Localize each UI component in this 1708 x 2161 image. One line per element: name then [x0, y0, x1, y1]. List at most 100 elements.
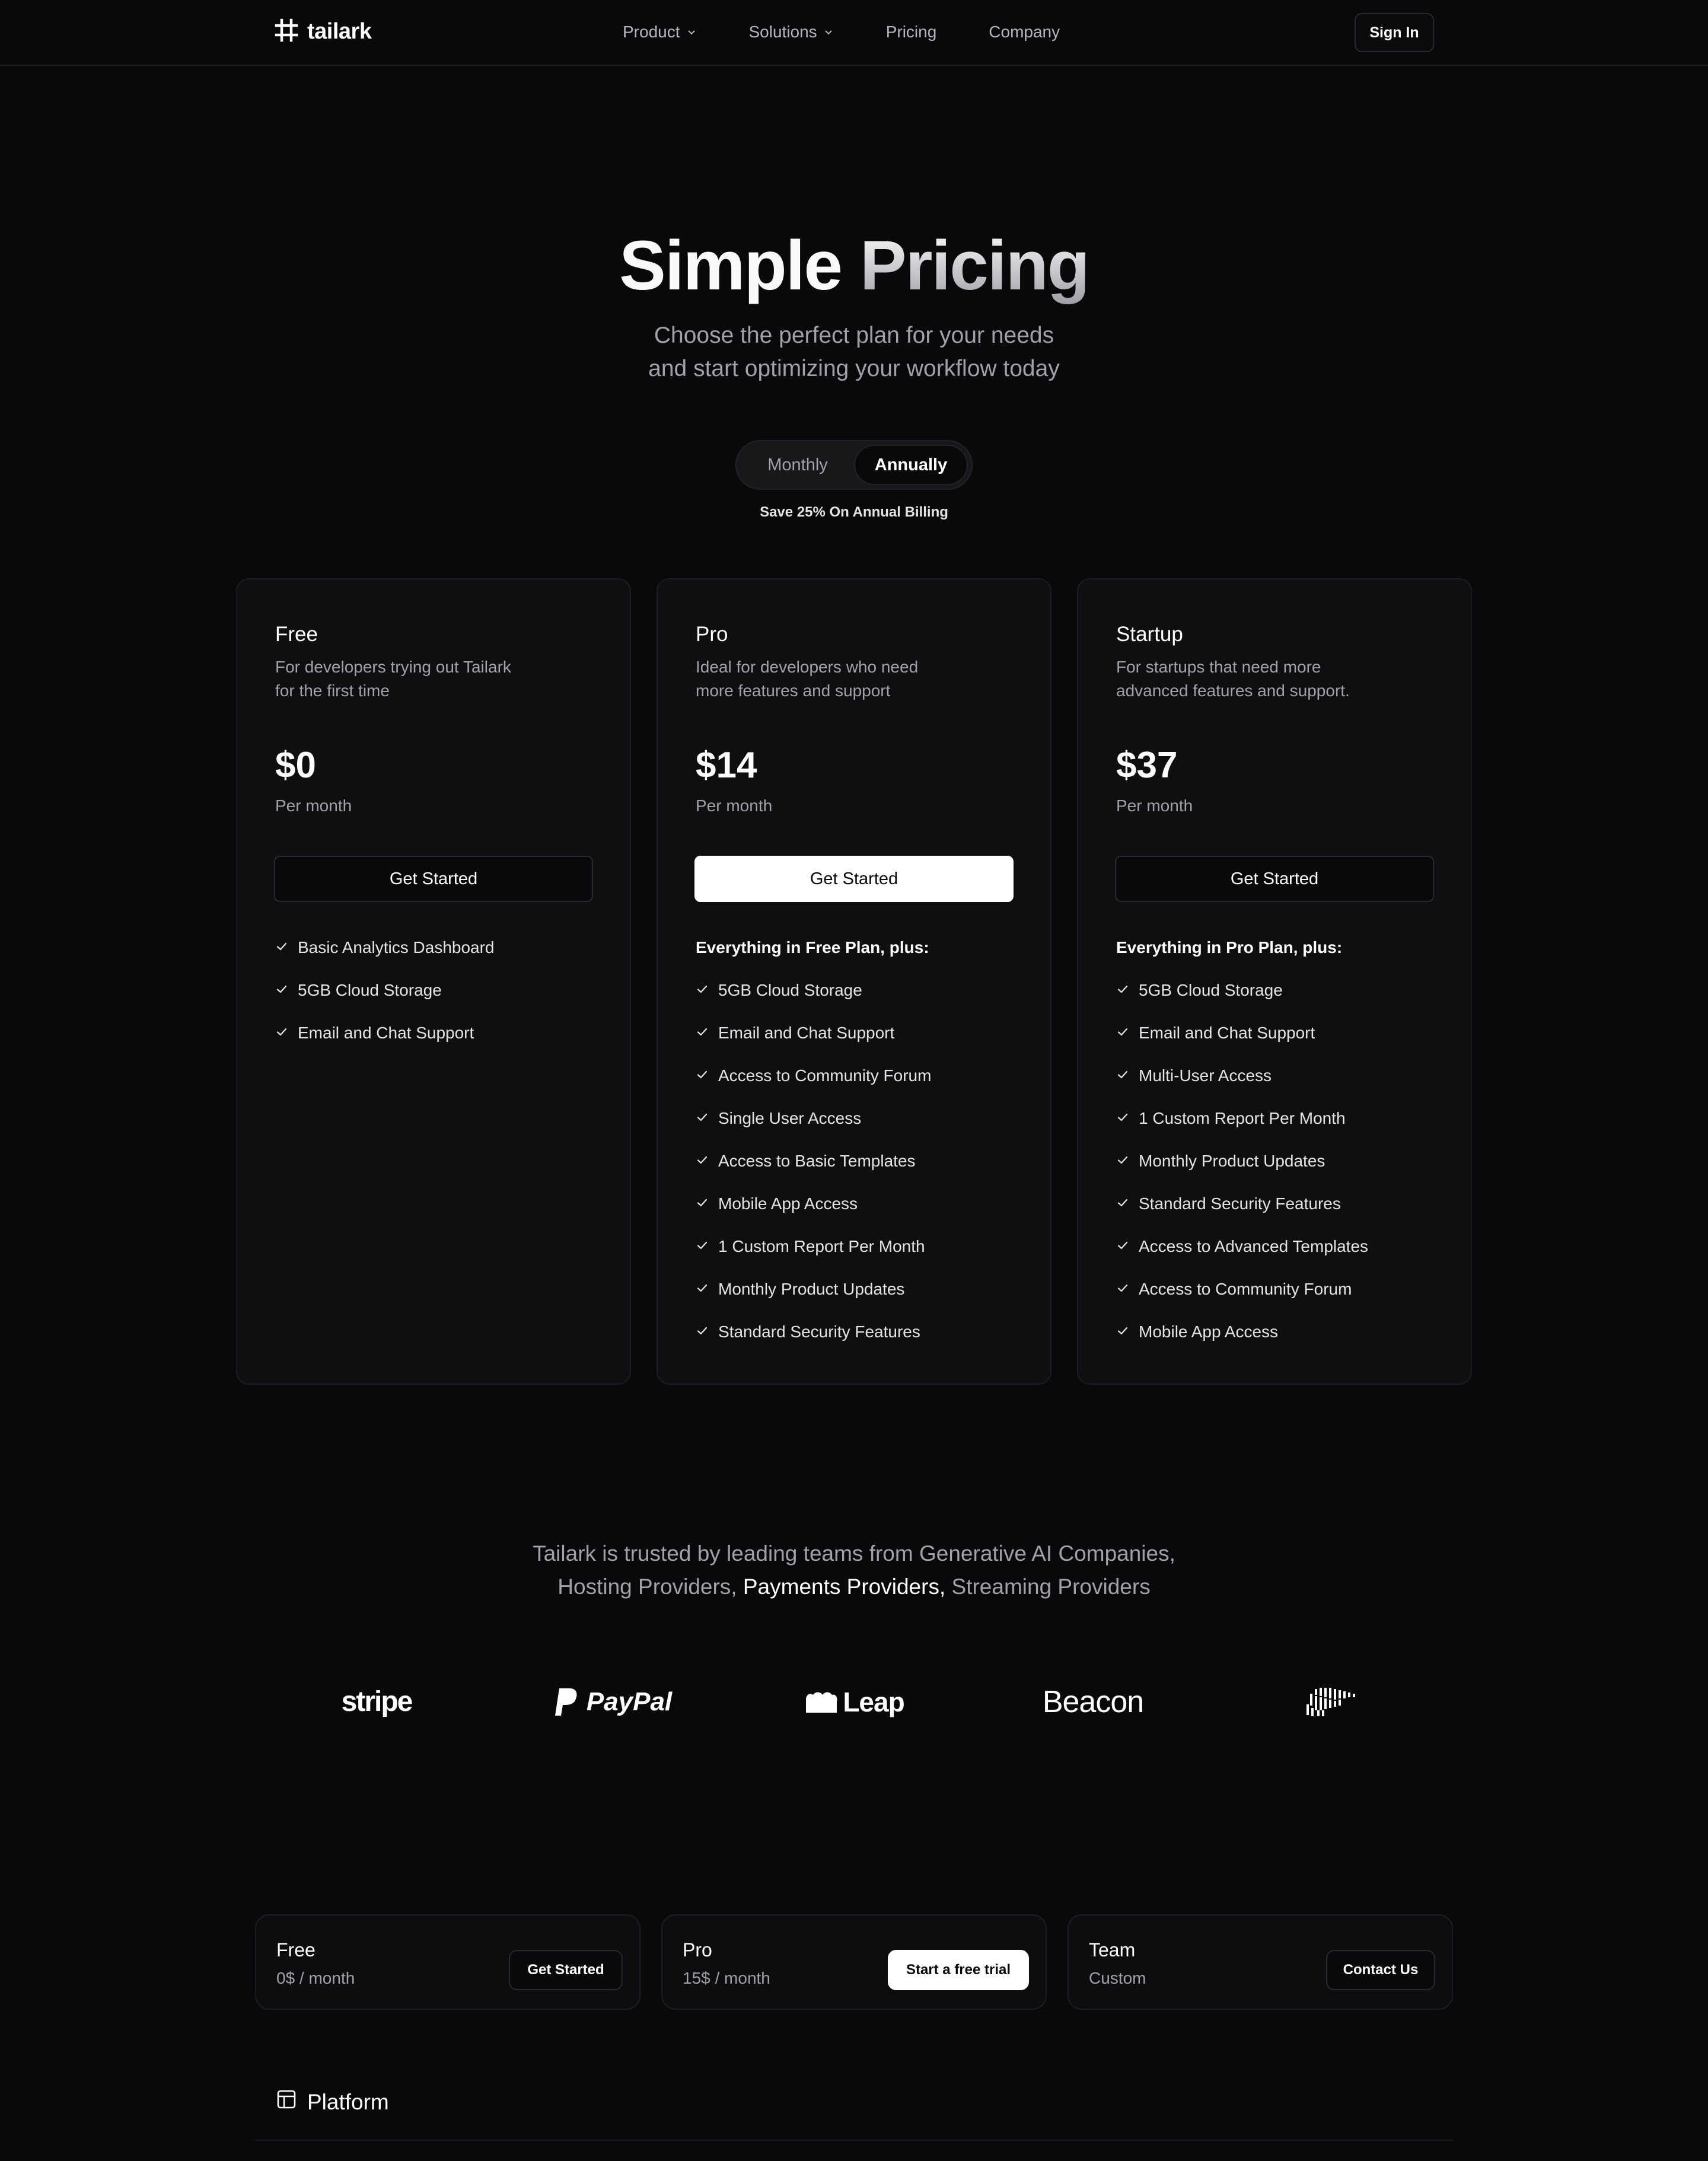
feature-item: Access to Community Forum [696, 1066, 931, 1085]
chevron-down-icon [823, 23, 834, 42]
page-title: Simple Pricing [0, 225, 1708, 306]
logo[interactable]: tailark [274, 18, 372, 46]
check-icon [1116, 1280, 1129, 1299]
nav-item-company[interactable]: Company [989, 23, 1060, 42]
get-started-button[interactable]: Get Started [694, 856, 1014, 902]
plan-description: Ideal for developers who need more featu… [696, 658, 919, 700]
plan-period: Per month [1116, 796, 1193, 815]
check-icon [1116, 1024, 1129, 1043]
feature-item: 5GB Cloud Storage [275, 981, 442, 1000]
feature-label: Single User Access [718, 1109, 862, 1127]
nav-item-label: Company [989, 23, 1060, 41]
billing-option-annually[interactable]: Annually [855, 446, 967, 484]
feature-item: Basic Analytics Dashboard [275, 938, 495, 957]
plan-card-free: Free For developers trying out Tailark f… [236, 578, 631, 1385]
check-icon [696, 1322, 709, 1341]
feature-item: 5GB Cloud Storage [696, 981, 862, 1000]
divider [255, 2140, 1453, 2141]
platform-title: Platform [307, 2089, 389, 2114]
feature-label: Email and Chat Support [298, 1024, 474, 1042]
feature-item: Access to Basic Templates [696, 1152, 916, 1171]
bear-logo-icon: bear-logo [1300, 1679, 1365, 1724]
check-icon [1116, 1237, 1129, 1256]
feature-item: 5GB Cloud Storage [1116, 981, 1283, 1000]
check-icon [696, 1280, 709, 1299]
nav-item-label: Solutions [748, 23, 817, 41]
compare-plan-name: Free [276, 1939, 316, 1961]
plan-price: $37 [1116, 745, 1178, 786]
plan-name: Startup [1116, 623, 1183, 646]
nav-item-product[interactable]: Product [623, 23, 697, 42]
title-word-simple: Simple [619, 227, 843, 305]
feature-label: Basic Analytics Dashboard [298, 938, 495, 957]
contact-us-button[interactable]: Contact Us [1326, 1950, 1435, 1990]
check-icon [1116, 1066, 1129, 1085]
check-icon [1116, 1322, 1129, 1341]
feature-label: Monthly Product Updates [1139, 1152, 1325, 1170]
feature-item: 1 Custom Report Per Month [1116, 1109, 1346, 1128]
trust-line: Hosting Providers, Payments Providers, S… [0, 1570, 1708, 1604]
check-icon [696, 1194, 709, 1213]
plan-price: $14 [696, 745, 757, 786]
platform-section-header: Platform [276, 2089, 389, 2115]
logo-text: tailark [307, 19, 372, 44]
check-icon [1116, 1152, 1129, 1171]
leap-logo: Leap [802, 1679, 906, 1724]
plan-period: Per month [696, 796, 773, 815]
feature-label: Access to Advanced Templates [1139, 1237, 1369, 1255]
paypal-p-icon [555, 1688, 577, 1716]
check-icon [696, 1024, 709, 1043]
plan-price: $0 [275, 745, 316, 786]
beacon-logo: Beacon [1042, 1684, 1144, 1719]
subtitle-line: and start optimizing your workflow today [648, 356, 1060, 381]
page-subtitle: Choose the perfect plan for your needs a… [0, 319, 1708, 385]
feature-item: Access to Community Forum [1116, 1280, 1352, 1299]
feature-label: Access to Basic Templates [718, 1152, 916, 1170]
compare-plan-price: 0$ / month [276, 1969, 355, 1987]
trust-segment: Streaming Providers [951, 1574, 1151, 1599]
feature-label: 1 Custom Report Per Month [718, 1237, 925, 1255]
feature-label: Standard Security Features [718, 1322, 920, 1341]
billing-option-monthly[interactable]: Monthly [743, 446, 853, 484]
nav-links: Product Solutions Pricing Company [623, 23, 1060, 42]
nav-item-label: Product [623, 23, 680, 41]
feature-label: 5GB Cloud Storage [298, 981, 442, 999]
sign-in-button[interactable]: Sign In [1355, 13, 1434, 52]
stripe-logo: stripe [341, 1686, 413, 1717]
trust-line: Tailark is trusted by leading teams from… [533, 1541, 1175, 1566]
compare-plan-pro: Pro 15$ / month Start a free trial [661, 1914, 1047, 2010]
feature-item: 1 Custom Report Per Month [696, 1237, 925, 1256]
top-navbar: tailark Product Solutions Pricing Compan… [0, 0, 1708, 66]
feature-item: Mobile App Access [696, 1194, 858, 1213]
nav-item-pricing[interactable]: Pricing [886, 23, 937, 42]
chevron-down-icon [686, 23, 697, 42]
feature-label: Standard Security Features [1139, 1194, 1341, 1213]
feature-label: Access to Community Forum [718, 1066, 932, 1085]
feature-item: Email and Chat Support [1116, 1024, 1315, 1043]
feature-label: Monthly Product Updates [718, 1280, 905, 1298]
compare-plan-team: Team Custom Contact Us [1068, 1914, 1453, 2010]
nav-item-solutions[interactable]: Solutions [749, 23, 834, 42]
get-started-button[interactable]: Get Started [1115, 856, 1434, 902]
layout-icon [276, 2089, 297, 2115]
compare-plan-name: Pro [683, 1939, 712, 1961]
compare-plan-price: 15$ / month [683, 1969, 770, 1987]
compare-plan-price: Custom [1089, 1969, 1146, 1987]
feature-label: Mobile App Access [1139, 1322, 1279, 1341]
leap-cloud-icon [806, 1692, 837, 1713]
feature-label: Access to Community Forum [1139, 1280, 1352, 1298]
feature-label: Email and Chat Support [1139, 1024, 1315, 1042]
feature-label: Multi-User Access [1139, 1066, 1272, 1085]
start-free-trial-button[interactable]: Start a free trial [888, 1950, 1029, 1990]
check-icon [1116, 1194, 1129, 1213]
check-icon [696, 1109, 709, 1128]
get-started-button[interactable]: Get Started [274, 856, 593, 902]
get-started-button[interactable]: Get Started [509, 1950, 623, 1990]
trust-segment: Hosting Providers, [557, 1574, 737, 1599]
feature-item: Multi-User Access [1116, 1066, 1272, 1085]
feature-label: 1 Custom Report Per Month [1139, 1109, 1346, 1127]
feature-label: Email and Chat Support [718, 1024, 895, 1042]
plan-description: For startups that need more advanced fea… [1116, 658, 1350, 700]
check-icon [696, 1152, 709, 1171]
trust-segment-highlight: Payments Providers, [743, 1574, 946, 1599]
